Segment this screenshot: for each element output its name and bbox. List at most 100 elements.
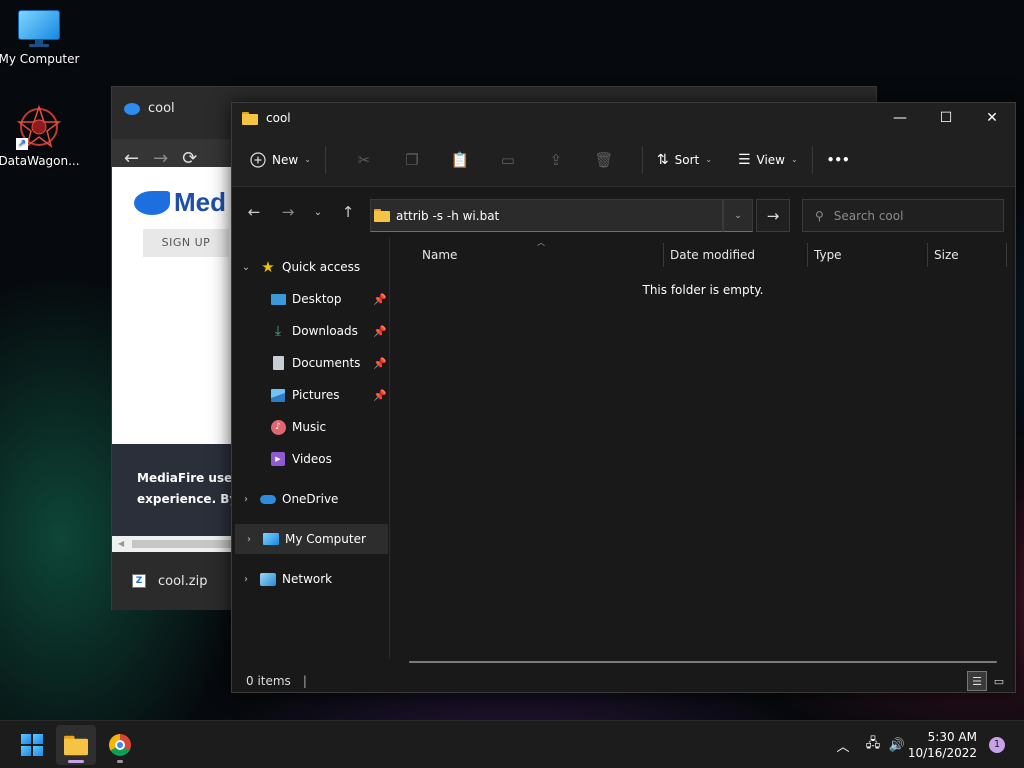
address-bar[interactable]: attrib -s -h wi.bat [370, 199, 723, 232]
recent-locations-button[interactable]: ⌄ [304, 198, 332, 226]
sort-icon: ⇅ [656, 151, 669, 168]
browser-forward-button[interactable]: → [153, 148, 168, 169]
folder-icon [242, 111, 258, 125]
nav-item-onedrive[interactable]: › OneDrive [232, 484, 389, 514]
download-item[interactable]: Z cool.zip [112, 552, 233, 610]
music-icon: ♪ [270, 419, 286, 435]
picture-icon [270, 387, 286, 403]
chevron-down-icon: ⌄ [304, 155, 311, 164]
forward-button[interactable]: → [274, 198, 302, 226]
document-icon [270, 355, 286, 371]
share-icon[interactable]: ⇪ [532, 144, 580, 176]
horizontal-scrollbar[interactable] [409, 661, 997, 663]
address-input[interactable]: attrib -s -h wi.bat [396, 209, 499, 223]
column-header-type[interactable]: Type [814, 243, 842, 267]
browser-tab[interactable]: cool [124, 101, 175, 116]
column-header-size[interactable]: Size [934, 243, 959, 267]
zip-file-icon: Z [132, 574, 146, 588]
address-dropdown-button[interactable]: ⌄ [723, 199, 753, 232]
nav-item-label: Documents [292, 356, 361, 370]
sort-button[interactable]: ⇅ Sort ⌄ [657, 144, 712, 176]
chrome-icon [109, 734, 131, 756]
rename-icon[interactable]: ▭ [484, 144, 532, 176]
nav-item-documents[interactable]: Documents 📌 [232, 348, 389, 378]
windows-logo-icon [21, 734, 43, 756]
nav-item-music[interactable]: ♪ Music [232, 412, 389, 442]
window-controls: — ☐ ✕ [877, 103, 1015, 133]
new-button[interactable]: New ⌄ [250, 144, 311, 176]
column-divider[interactable] [807, 243, 808, 267]
start-button[interactable] [12, 725, 52, 765]
delete-icon[interactable]: 🗑 [580, 144, 628, 176]
taskbar-file-explorer[interactable] [56, 725, 96, 765]
chevron-right-icon[interactable]: › [232, 574, 260, 585]
monitor-icon [18, 10, 60, 48]
browser-back-button[interactable]: ← [124, 148, 139, 169]
go-button[interactable]: → [756, 199, 790, 232]
nav-item-downloads[interactable]: ⤓ Downloads 📌 [232, 316, 389, 346]
mediafire-favicon-icon [124, 102, 140, 115]
title-bar[interactable]: cool — ☐ ✕ [232, 103, 1015, 133]
file-list[interactable]: Name ︿ Date modified Type Size This fold… [391, 237, 1015, 659]
minimize-button[interactable]: — [877, 103, 923, 133]
browser-horizontal-scrollbar[interactable]: ◀ [112, 536, 233, 552]
taskbar: ︿ 🖧 🔊 5:30 AM 10/16/2022 1 [0, 720, 1024, 768]
file-explorer-window[interactable]: cool — ☐ ✕ New ⌄ ✂ ❐ 📋 ▭ ⇪ 🗑 ⇅ Sort ⌄ ☰ … [231, 102, 1016, 693]
column-header-name[interactable]: Name [422, 243, 457, 267]
nav-item-desktop[interactable]: Desktop 📌 [232, 284, 389, 314]
chevron-right-icon[interactable]: › [232, 494, 260, 505]
chevron-right-icon[interactable]: › [235, 534, 263, 545]
search-input[interactable]: Search cool [834, 209, 904, 223]
item-count: 0 items [246, 674, 291, 688]
desktop-icon-label: My Computer [0, 52, 80, 66]
browser-reload-button[interactable]: ⟳ [182, 148, 197, 169]
column-divider[interactable] [927, 243, 928, 267]
nav-item-pictures[interactable]: Pictures 📌 [232, 380, 389, 410]
cookie-banner: MediaFire uses c experience. By c [112, 444, 233, 536]
monitor-icon [263, 531, 279, 547]
search-icon: ⚲ [815, 208, 824, 223]
active-indicator [68, 760, 84, 763]
sort-label: Sort [674, 152, 700, 167]
scrollbar-thumb[interactable] [132, 540, 233, 548]
status-divider: | [302, 674, 307, 688]
desktop-icon-my-computer[interactable]: My Computer [0, 10, 81, 66]
navigation-pane[interactable]: ⌄ ★ Quick access Desktop 📌 ⤓ Downloads 📌… [232, 237, 390, 659]
search-box[interactable]: ⚲ Search cool [802, 199, 1004, 232]
network-status-icon[interactable]: 🖧 [860, 734, 886, 756]
column-divider[interactable] [663, 243, 664, 267]
desktop-icon-datawagon[interactable]: ↗ DataWagon... [0, 104, 81, 168]
more-options-button[interactable]: ••• [827, 144, 850, 176]
system-tray: ︿ 🖧 🔊 [834, 721, 908, 768]
scroll-left-icon[interactable]: ◀ [118, 539, 124, 548]
file-explorer-icon [64, 735, 88, 755]
column-divider[interactable] [1006, 243, 1007, 267]
column-header-date-modified[interactable]: Date modified [670, 243, 755, 267]
view-button[interactable]: ☰ View ⌄ [738, 144, 798, 176]
taskbar-chrome[interactable] [100, 725, 140, 765]
cut-icon[interactable]: ✂ [340, 144, 388, 176]
nav-item-my-computer[interactable]: › My Computer [235, 524, 388, 554]
chevron-down-icon[interactable]: ⌄ [232, 262, 260, 273]
new-plus-icon [250, 151, 266, 168]
signup-button[interactable]: SIGN UP [143, 229, 229, 257]
folder-icon [374, 209, 390, 222]
large-icons-view-icon[interactable]: ▭ [989, 671, 1009, 691]
clock[interactable]: 5:30 AM 10/16/2022 [908, 729, 977, 761]
window-title: cool [266, 111, 291, 125]
details-view-icon[interactable]: ☰ [967, 671, 987, 691]
up-button[interactable]: ↑ [334, 198, 362, 226]
nav-item-videos[interactable]: ▶ Videos [232, 444, 389, 474]
copy-icon[interactable]: ❐ [388, 144, 436, 176]
mediafire-logo[interactable]: Med [134, 187, 226, 218]
back-button[interactable]: ← [240, 198, 268, 226]
nav-item-quick-access[interactable]: ⌄ ★ Quick access [232, 252, 389, 282]
desktop-folder-icon [270, 291, 286, 307]
show-hidden-icons-chevron-icon[interactable]: ︿ [834, 736, 852, 755]
maximize-button[interactable]: ☐ [923, 103, 969, 133]
close-button[interactable]: ✕ [969, 103, 1015, 133]
nav-item-network[interactable]: › Network [232, 564, 389, 594]
paste-icon[interactable]: 📋 [436, 144, 484, 176]
volume-icon[interactable]: 🔊 [886, 738, 908, 753]
notification-badge[interactable]: 1 [989, 737, 1005, 753]
